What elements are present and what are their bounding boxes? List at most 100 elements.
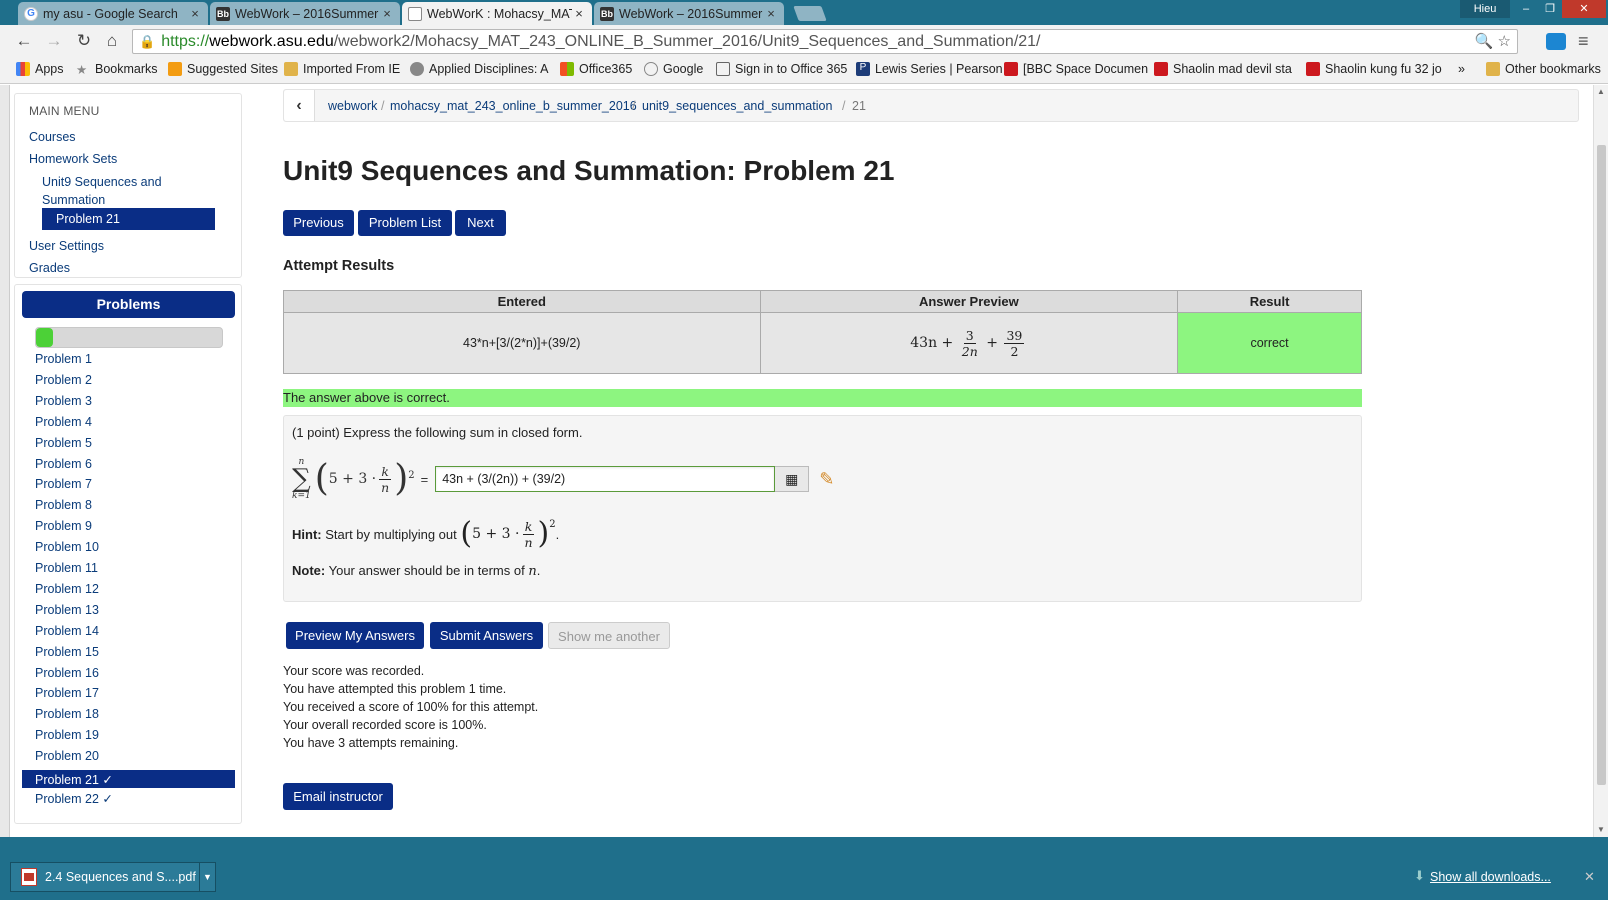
window-close-icon[interactable]: ✕ [1562,0,1606,18]
bookmark-bookmarks[interactable]: ★ Bookmarks [76,62,158,77]
show-all-downloads-link[interactable]: Show all downloads... [1430,870,1551,884]
address-bar[interactable]: 🔒 https://webwork.asu.edu/webwork2/Mohac… [132,29,1518,54]
menu-link-grades[interactable]: Grades [29,261,70,275]
problem-link-17[interactable]: Problem 17 [35,686,99,700]
problem-link-3[interactable]: Problem 3 [35,394,92,408]
download-bar: 2.4 Sequences and S....pdf ▼ ⬇ Show all … [0,837,1608,900]
correct-message-banner: The answer above is correct. [283,389,1362,407]
download-item[interactable]: 2.4 Sequences and S....pdf ▼ [10,862,216,892]
problem-link-8[interactable]: Problem 8 [35,498,92,512]
breadcrumb: ‹ webwork / mohacsy_mat_243_online_b_sum… [283,89,1579,122]
menu-link-current-problem[interactable]: Problem 21 [42,208,215,230]
equation-editor-grid-icon[interactable]: ▦ [775,466,810,492]
bookmark-google[interactable]: Google [644,62,703,76]
close-icon[interactable]: × [764,6,778,21]
scroll-up-arrow-icon[interactable]: ▲ [1597,87,1605,96]
problem-link-16[interactable]: Problem 16 [35,666,99,680]
menu-icon[interactable]: ≡ [1578,31,1589,52]
bookmark-imported[interactable]: Imported From IE [284,62,400,76]
menu-link-courses[interactable]: Courses [29,130,76,144]
browser-tab-webwork-2[interactable]: Bb WebWork – 2016Summer × [594,2,784,25]
bookmark-other[interactable]: Other bookmarks [1486,62,1601,76]
hint-text: Start by multiplying out [325,526,457,542]
menu-link-set-name-line1[interactable]: Unit9 Sequences and [42,175,162,189]
problem-link-2[interactable]: Problem 2 [35,373,92,387]
bookmark-label: Other bookmarks [1505,62,1601,76]
answer-input[interactable] [435,466,776,492]
close-icon[interactable]: × [380,6,394,21]
breadcrumb-course[interactable]: mohacsy_mat_243_online_b_summer_2016 [390,99,637,113]
problem-link-19[interactable]: Problem 19 [35,728,99,742]
chevron-down-icon[interactable]: ▼ [199,863,215,891]
restore-icon[interactable]: ❐ [1538,0,1562,18]
youtube-icon [1004,62,1018,76]
scroll-thumb[interactable] [1597,145,1606,785]
back-arrow-icon[interactable]: ← [12,29,36,53]
problem-link-7[interactable]: Problem 7 [35,477,92,491]
profile-name[interactable]: Hieu [1460,0,1510,18]
overflow-label: » [1458,62,1465,76]
problem-link-11[interactable]: Problem 11 [35,561,98,575]
preview-fraction-2: 39 2 [1004,328,1025,359]
close-icon[interactable]: × [572,6,586,21]
breadcrumb-webwork[interactable]: webwork [328,99,377,113]
minimize-icon[interactable]: – [1514,0,1538,18]
bookmark-bbc[interactable]: [BBC Space Documen [1004,62,1148,76]
bookmark-suggested-sites[interactable]: Suggested Sites [168,62,278,76]
breadcrumb-set[interactable]: unit9_sequences_and_summation [642,99,832,113]
problem-link-9[interactable]: Problem 9 [35,519,92,533]
problem-link-21[interactable]: Problem 21 ✓ [22,770,235,788]
menu-link-user-settings[interactable]: User Settings [29,239,104,253]
problem-link-20[interactable]: Problem 20 [35,749,99,763]
show-another-button[interactable]: Show me another [548,622,670,649]
exponent: 2 [549,518,556,530]
browser-tab-webwork-active[interactable]: WebWorK : Mohacsy_MAT × [402,2,592,25]
problem-link-13[interactable]: Problem 13 [35,603,99,617]
browser-tab-google[interactable]: G my asu - Google Search × [18,2,208,25]
bookmark-pearson[interactable]: P Lewis Series | Pearson [856,62,1003,76]
email-instructor-button[interactable]: Email instructor [283,783,393,810]
next-button[interactable]: Next [455,210,506,236]
page-scrollbar[interactable]: ▲ ▼ [1593,85,1608,837]
sigma-symbol: n ∑ k=1 [292,457,311,501]
problem-link-15[interactable]: Problem 15 [35,645,99,659]
reload-icon[interactable]: ↻ [72,29,96,53]
problem-link-5[interactable]: Problem 5 [35,436,92,450]
tab-title: my asu - Google Search [43,6,178,21]
pencil-icon[interactable]: ✎ [819,469,834,490]
back-chevron-button[interactable]: ‹ [284,90,315,121]
problem-list-button[interactable]: Problem List [358,210,452,236]
bookmark-star-icon[interactable]: 🔍 ☆ [1475,32,1511,50]
bookmark-applied[interactable]: Applied Disciplines: A [410,62,549,76]
breadcrumb-separator: / [632,99,636,113]
close-icon[interactable]: ✕ [1584,869,1595,885]
bookmark-shaolin-2[interactable]: Shaolin kung fu 32 jo [1306,62,1442,76]
problem-link-12[interactable]: Problem 12 [35,582,99,596]
home-icon[interactable]: ⌂ [100,29,124,53]
problem-link-22[interactable]: Problem 22 ✓ [35,791,113,806]
bookmarks-overflow-chevron[interactable]: » [1458,62,1465,76]
close-icon[interactable]: × [188,6,202,21]
apps-grid-icon [16,62,30,76]
problem-link-18[interactable]: Problem 18 [35,707,99,721]
menu-link-set-name-line2[interactable]: Summation [42,193,105,207]
scroll-down-arrow-icon[interactable]: ▼ [1597,825,1605,834]
problem-link-10[interactable]: Problem 10 [35,540,99,554]
preview-answers-button[interactable]: Preview My Answers [286,622,424,649]
bookmark-label: Google [663,62,704,76]
bookmark-signin-office[interactable]: Sign in to Office 365 [716,62,847,76]
previous-button[interactable]: Previous [283,210,354,236]
browser-tab-webwork-1[interactable]: Bb WebWork – 2016Summer × [210,2,400,25]
new-tab-button[interactable] [793,6,827,21]
menu-link-homework-sets[interactable]: Homework Sets [29,152,117,166]
cloud-extension-icon[interactable] [1546,33,1566,50]
problem-link-14[interactable]: Problem 14 [35,624,99,638]
submit-answers-button[interactable]: Submit Answers [430,622,543,649]
problem-link-4[interactable]: Problem 4 [35,415,92,429]
bookmark-shaolin-1[interactable]: Shaolin mad devil sta [1154,62,1292,76]
bookmark-apps[interactable]: Apps [16,62,64,76]
problem-link-6[interactable]: Problem 6 [35,457,92,471]
bookmark-office365[interactable]: Office365 [560,62,632,76]
forward-arrow-icon[interactable]: → [42,29,66,53]
problem-link-1[interactable]: Problem 1 [35,352,92,366]
